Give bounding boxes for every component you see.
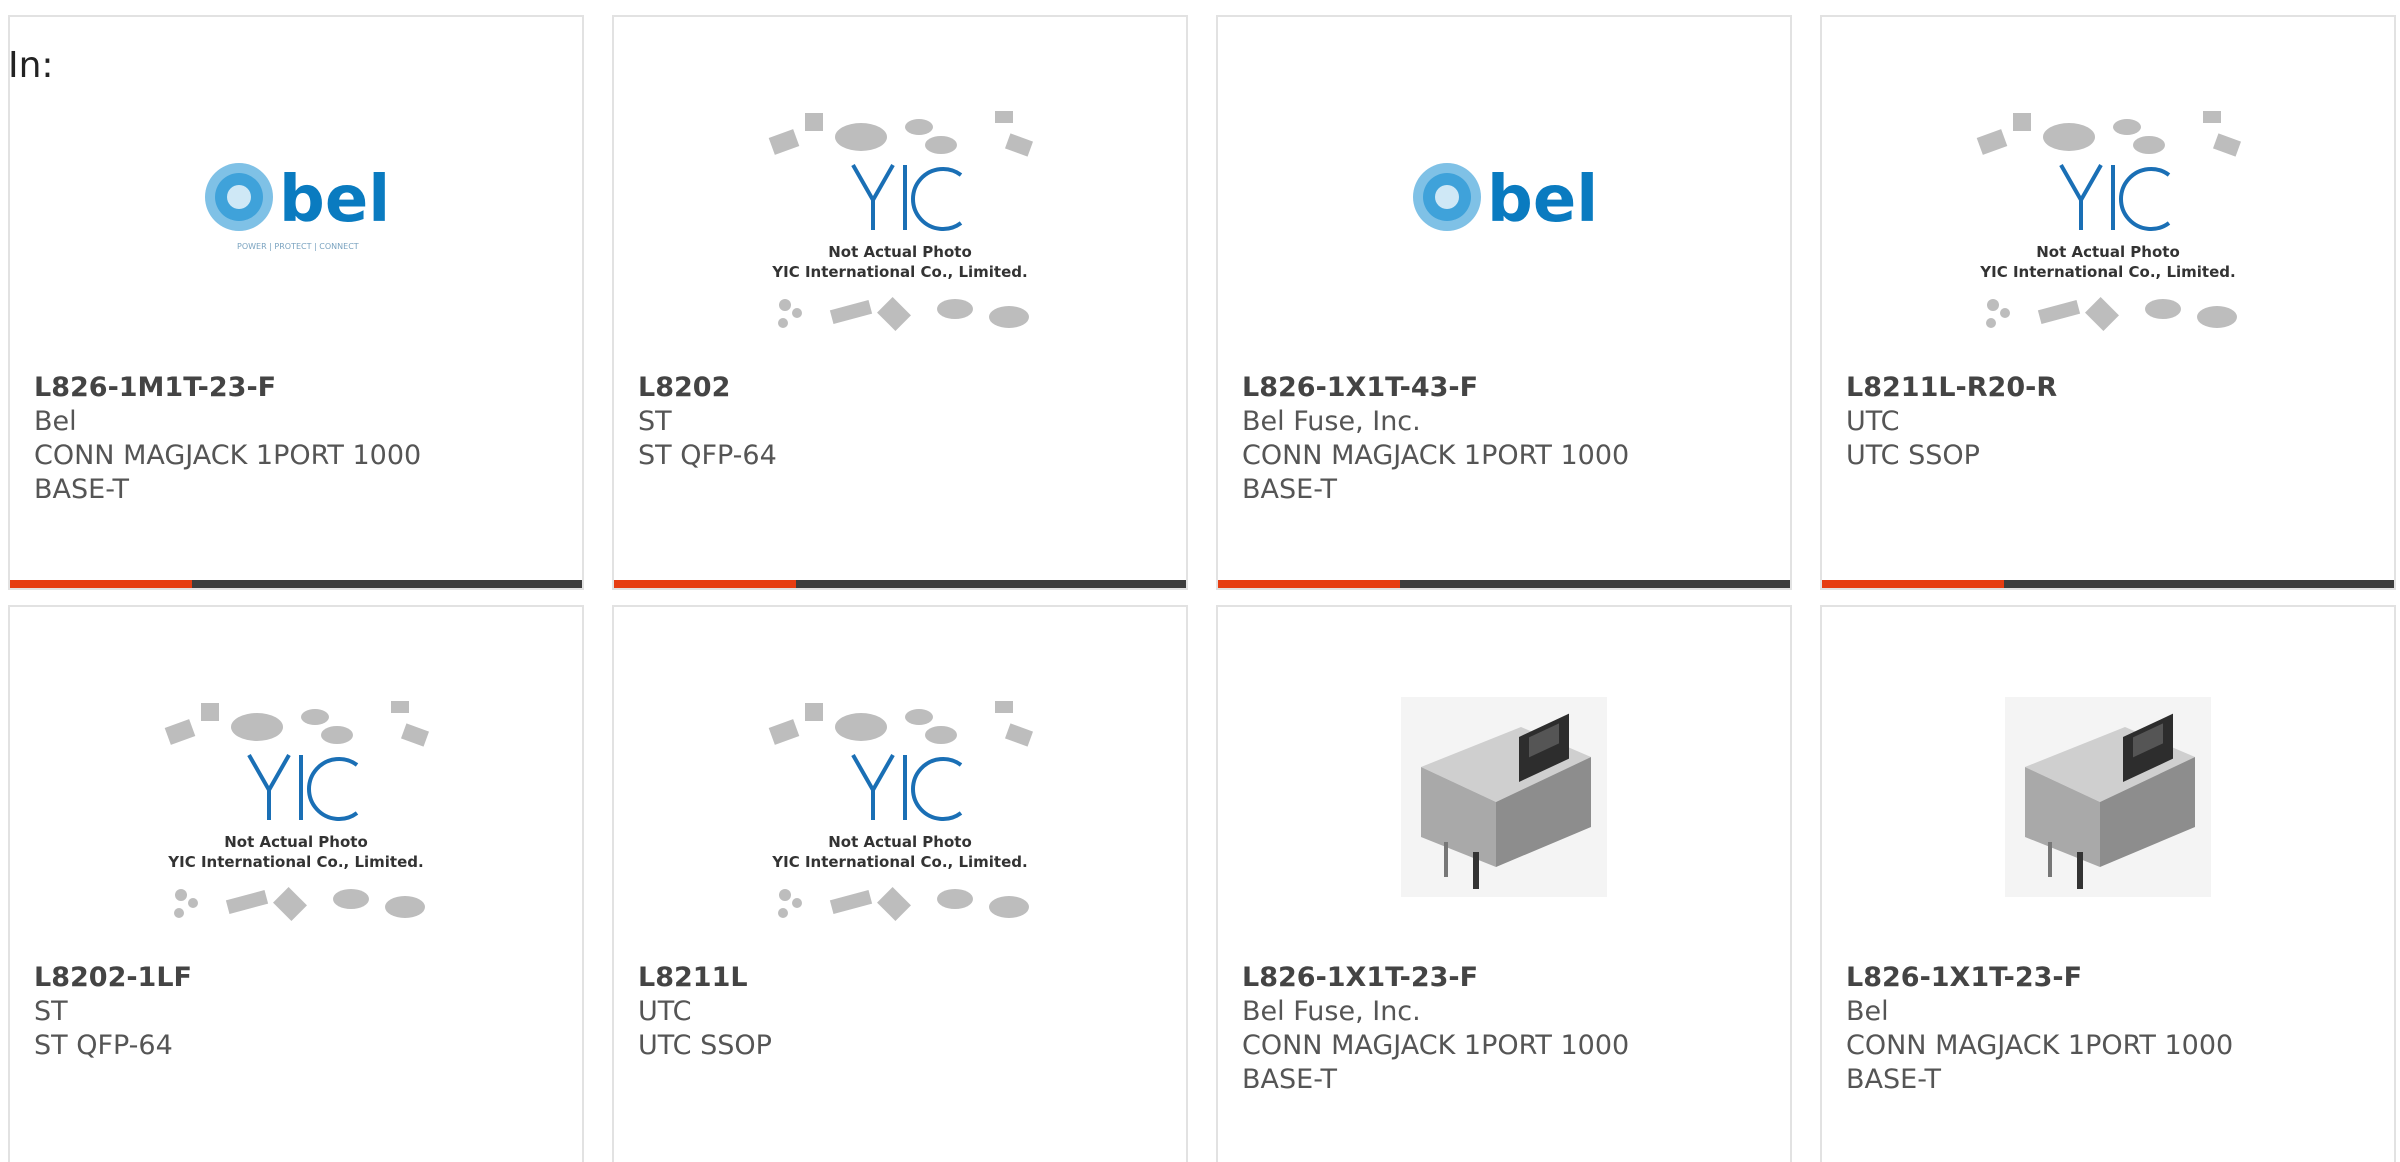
product-card[interactable]: Not Actual Photo YIC International Co., … (612, 605, 1188, 1162)
description: UTC SSOP (1846, 440, 1980, 471)
manufacturer: Bel Fuse, Inc. (1242, 996, 1421, 1027)
manufacturer: ST (34, 996, 68, 1027)
part-number[interactable]: L826-1X1T-23-F (1846, 961, 2266, 995)
product-card[interactable]: bel L826-1X1T-43-F Bel Fuse, Inc. CONN M… (1216, 15, 1792, 590)
product-grid-page: In: bel POWER | PROTECT | CONNECT L826-1… (0, 0, 2400, 1162)
manufacturer: UTC (638, 996, 692, 1027)
rj45-jack-image (1401, 697, 1607, 897)
description: CONN MAGJACK 1PORT 1000 BASE-T (1242, 440, 1630, 505)
card-accent-bar (10, 580, 192, 588)
svg-text:Not Actual Photo: Not Actual Photo (828, 243, 972, 261)
card-bottom-bar (614, 580, 1186, 588)
manufacturer: Bel (1846, 996, 1889, 1027)
product-card[interactable]: L826-1X1T-23-F Bel CONN MAGJACK 1PORT 10… (1820, 605, 2396, 1162)
part-number[interactable]: L8211L (638, 961, 1058, 995)
product-image[interactable]: Not Actual Photo YIC International Co., … (614, 105, 1186, 365)
product-image[interactable]: bel (1218, 105, 1790, 365)
yic-placeholder-image: Not Actual Photo YIC International Co., … (768, 111, 1034, 331)
yic-placeholder-image: Not Actual Photo YIC International Co., … (1976, 111, 2242, 331)
part-number[interactable]: L8202 (638, 371, 1058, 405)
svg-text:YIC International Co., Limited: YIC International Co., Limited. (771, 263, 1027, 281)
svg-text:YIC International Co., Limited: YIC International Co., Limited. (1979, 263, 2235, 281)
manufacturer: Bel (34, 406, 77, 437)
svg-text:YIC International Co., Limited: YIC International Co., Limited. (771, 853, 1027, 871)
card-bottom-bar (1822, 580, 2394, 588)
yic-placeholder-image: Not Actual Photo YIC International Co., … (768, 701, 1034, 921)
product-image[interactable]: bel POWER | PROTECT | CONNECT (10, 105, 582, 365)
part-number[interactable]: L826-1X1T-43-F (1242, 371, 1662, 405)
description: CONN MAGJACK 1PORT 1000 BASE-T (34, 440, 422, 505)
card-bottom-bar (1218, 580, 1790, 588)
product-card[interactable]: Not Actual Photo YIC International Co., … (612, 15, 1188, 590)
card-bottom-bar (10, 580, 582, 588)
manufacturer: UTC (1846, 406, 1900, 437)
card-accent-bar (1822, 580, 2004, 588)
part-number[interactable]: L826-1M1T-23-F (34, 371, 454, 405)
part-number[interactable]: L8211L-R20-R (1846, 371, 2266, 405)
bel-tagline: POWER | PROTECT | CONNECT (237, 242, 359, 251)
manufacturer: Bel Fuse, Inc. (1242, 406, 1421, 437)
product-card[interactable]: L826-1X1T-23-F Bel Fuse, Inc. CONN MAGJA… (1216, 605, 1792, 1162)
description: CONN MAGJACK 1PORT 1000 BASE-T (1846, 1030, 2234, 1095)
product-image[interactable]: Not Actual Photo YIC International Co., … (10, 695, 582, 955)
rj45-jack-image (2005, 697, 2211, 897)
part-number[interactable]: L826-1X1T-23-F (1242, 961, 1662, 995)
yic-placeholder-image: Not Actual Photo YIC International Co., … (164, 701, 430, 921)
card-accent-bar (614, 580, 796, 588)
product-card[interactable]: Not Actual Photo YIC International Co., … (1820, 15, 2396, 590)
product-image[interactable]: Not Actual Photo YIC International Co., … (1822, 105, 2394, 365)
manufacturer: ST (638, 406, 672, 437)
product-image[interactable]: Not Actual Photo YIC International Co., … (614, 695, 1186, 955)
filter-label: In: (8, 45, 54, 86)
svg-text:Not Actual Photo: Not Actual Photo (828, 833, 972, 851)
card-accent-bar (1218, 580, 1400, 588)
description: UTC SSOP (638, 1030, 772, 1061)
product-card[interactable]: Not Actual Photo YIC International Co., … (8, 605, 584, 1162)
product-image[interactable] (1218, 695, 1790, 955)
description: ST QFP-64 (638, 440, 777, 471)
bel-logo-image: bel (1413, 163, 1598, 237)
svg-text:Not Actual Photo: Not Actual Photo (2036, 243, 2180, 261)
svg-text:bel: bel (1487, 163, 1598, 237)
part-number[interactable]: L8202-1LF (34, 961, 454, 995)
product-image[interactable] (1822, 695, 2394, 955)
svg-text:Not Actual Photo: Not Actual Photo (224, 833, 368, 851)
description: ST QFP-64 (34, 1030, 173, 1061)
svg-text:bel: bel (279, 163, 390, 237)
svg-text:YIC International Co., Limited: YIC International Co., Limited. (167, 853, 423, 871)
description: CONN MAGJACK 1PORT 1000 BASE-T (1242, 1030, 1630, 1095)
bel-logo-image: bel POWER | PROTECT | CONNECT (205, 163, 390, 251)
product-card[interactable]: bel POWER | PROTECT | CONNECT L826-1M1T-… (8, 15, 584, 590)
